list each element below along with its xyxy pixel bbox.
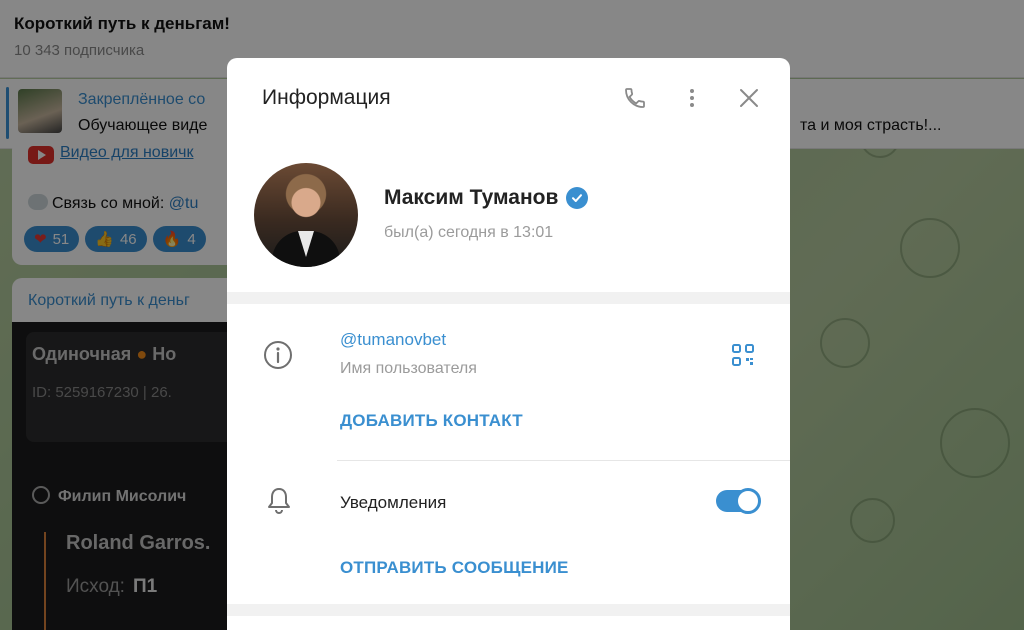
avatar[interactable] xyxy=(254,163,358,267)
section-divider xyxy=(227,604,790,616)
dialog-title: Информация xyxy=(262,86,391,109)
info-icon xyxy=(263,340,293,370)
user-info-dialog: Информация Максим Туманов был(а) сегодня… xyxy=(227,58,790,630)
username-link[interactable]: @tumanovbet xyxy=(340,330,446,350)
last-seen-status: был(а) сегодня в 13:01 xyxy=(384,224,554,241)
notifications-label: Уведомления xyxy=(340,493,447,512)
toggle-knob xyxy=(735,488,761,514)
qr-code-icon[interactable] xyxy=(731,343,755,367)
divider xyxy=(337,460,790,461)
send-message-button[interactable]: ОТПРАВИТЬ СООБЩЕНИЕ xyxy=(340,558,569,578)
section-divider xyxy=(227,292,790,304)
notifications-toggle[interactable] xyxy=(716,488,761,514)
verified-icon xyxy=(566,187,589,209)
close-icon[interactable] xyxy=(735,84,763,112)
bell-icon xyxy=(265,486,293,516)
phone-icon[interactable] xyxy=(621,84,649,112)
more-vert-icon[interactable] xyxy=(678,84,706,112)
username-label: Имя пользователя xyxy=(340,360,477,377)
profile-name: Максим Туманов xyxy=(384,186,589,210)
add-contact-button[interactable]: ДОБАВИТЬ КОНТАКТ xyxy=(340,411,523,431)
